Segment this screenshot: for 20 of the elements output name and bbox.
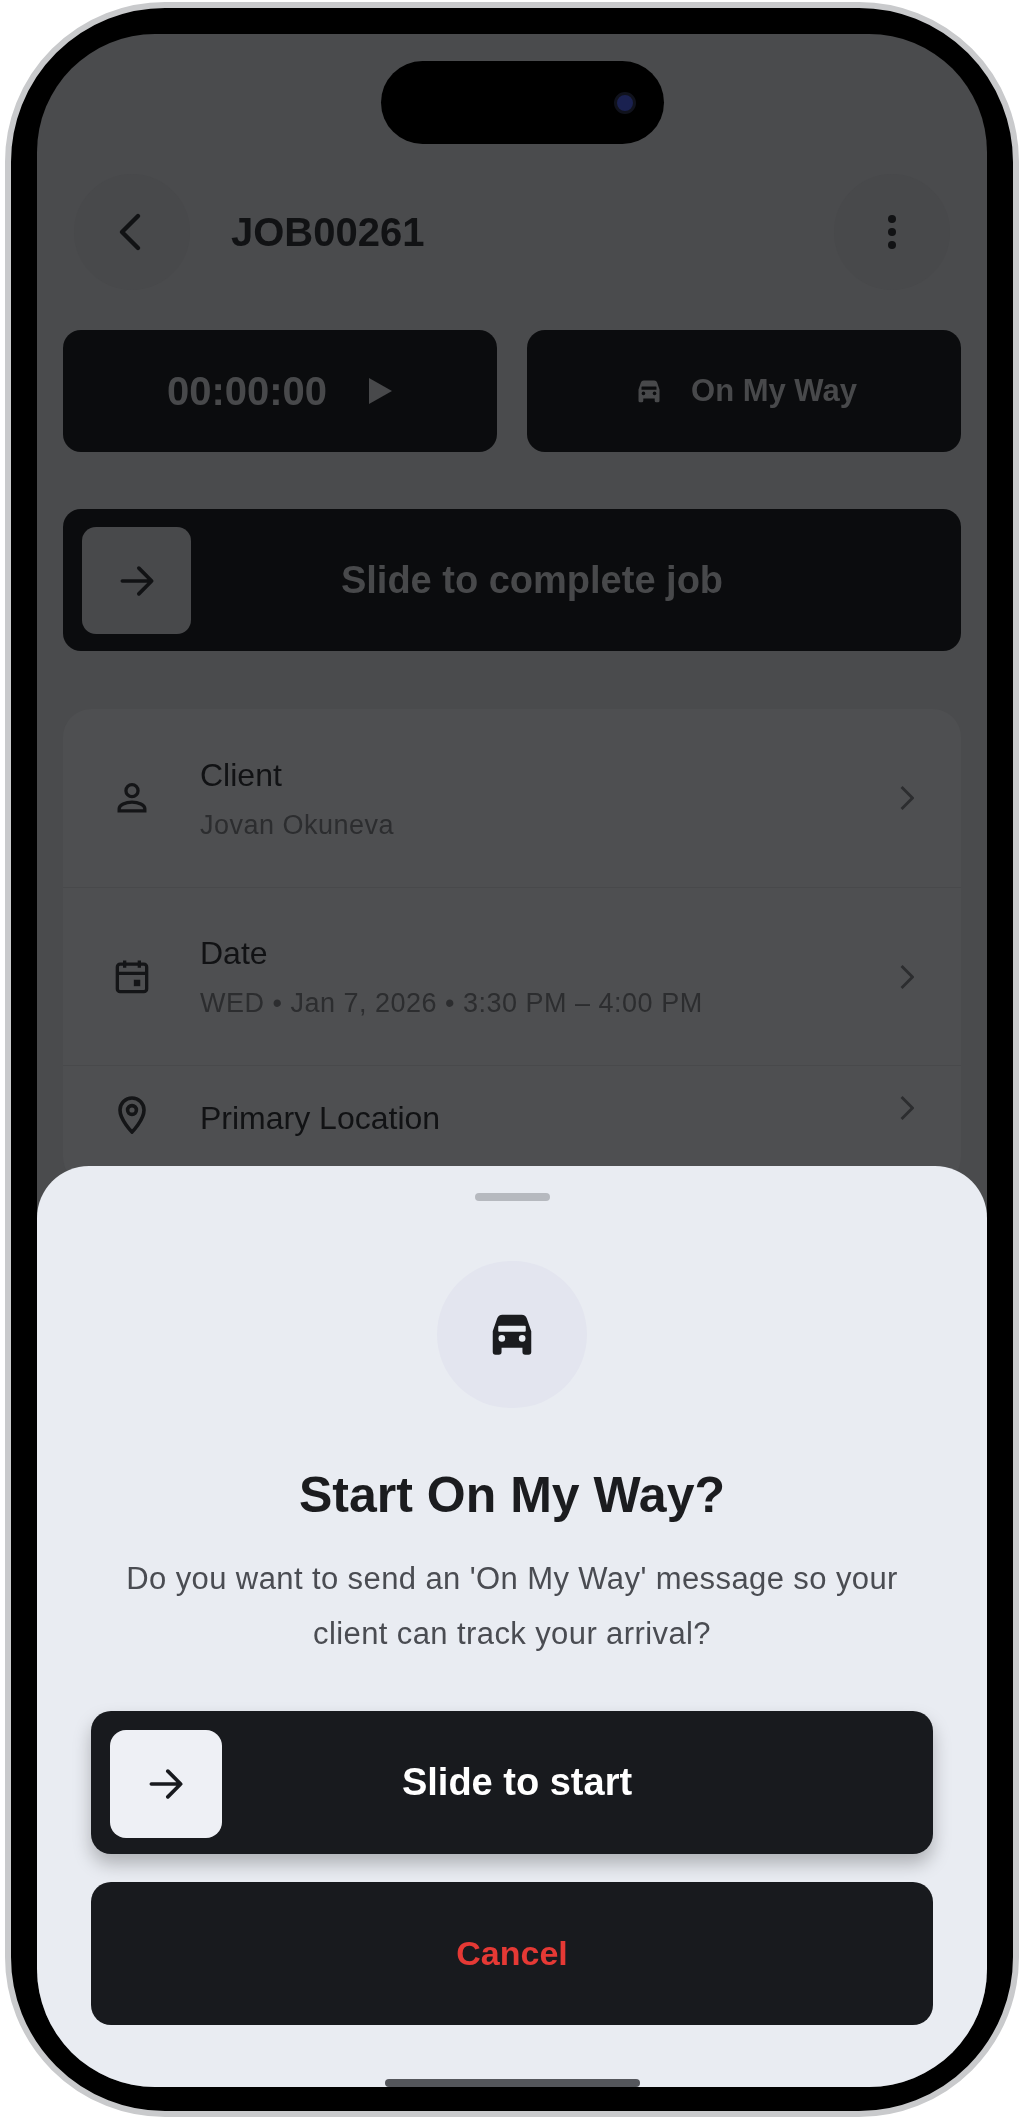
sheet-message: Do you want to send an 'On My Way' message so your client can track your arrival? — [125, 1559, 899, 1653]
slider-handle[interactable] — [82, 527, 191, 634]
job-title: JOB00261 — [231, 209, 425, 256]
play-icon — [367, 377, 394, 405]
timer-button[interactable]: 00:00:00 — [63, 330, 497, 452]
sheet-handle[interactable] — [474, 1193, 550, 1201]
start-slider[interactable]: Slide to start — [91, 1710, 933, 1855]
on-my-way-button[interactable]: On My Way — [527, 330, 961, 452]
slider-handle[interactable] — [110, 1729, 222, 1838]
cancel-button[interactable]: Cancel — [91, 1882, 933, 2026]
chevron-right-icon — [900, 962, 914, 991]
detail-label: Primary Location — [200, 1099, 442, 1138]
location-pin-icon — [117, 1094, 147, 1134]
detail-label: Date — [200, 934, 269, 974]
detail-label: Client — [200, 755, 283, 795]
sheet-title: Start On My Way? — [299, 1465, 725, 1525]
more-icon — [887, 214, 897, 250]
chevron-right-icon — [900, 784, 914, 812]
complete-job-slider[interactable]: Slide to complete job — [63, 509, 961, 651]
chevron-right-icon — [900, 1094, 914, 1122]
